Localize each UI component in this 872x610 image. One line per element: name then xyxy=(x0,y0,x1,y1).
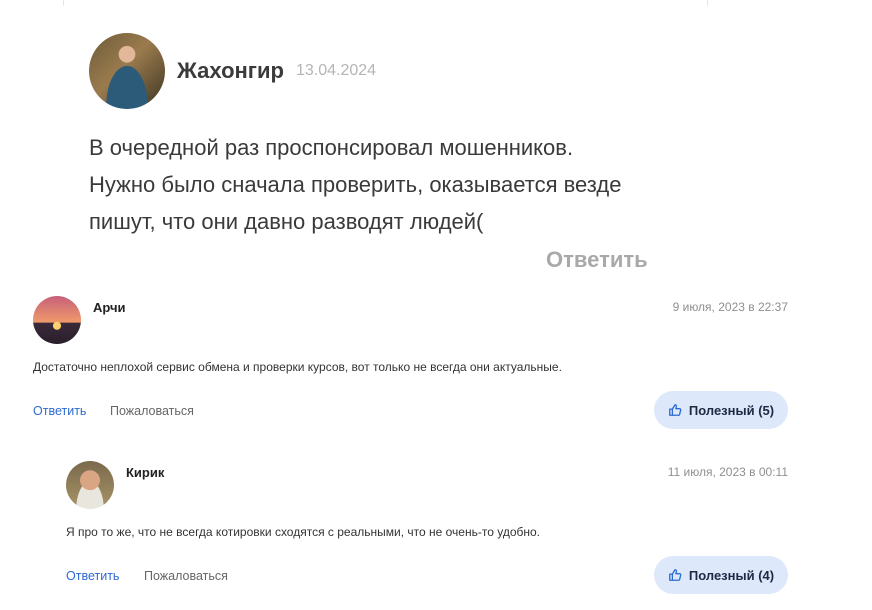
comment-text: Достаточно неплохой сервис обмена и пров… xyxy=(33,360,562,374)
thumbs-up-icon xyxy=(669,569,682,581)
avatar xyxy=(89,33,165,109)
comment-author: Кирик xyxy=(126,465,165,480)
useful-button[interactable]: Полезный (5) xyxy=(654,391,788,429)
review-text: В очередной раз проспонсировал мошеннико… xyxy=(89,129,709,240)
review-text-line: Нужно было сначала проверить, оказываетс… xyxy=(89,172,622,197)
thumbs-up-icon xyxy=(669,404,682,416)
comment-date: 11 июля, 2023 в 00:11 xyxy=(667,465,788,479)
useful-label: Полезный (5) xyxy=(688,402,775,418)
reply-link[interactable]: Ответить xyxy=(66,569,119,583)
comment-item: Кирик 11 июля, 2023 в 00:11 Я про то же,… xyxy=(0,455,872,605)
review-text-line: В очередной раз проспонсировал мошеннико… xyxy=(89,135,574,160)
avatar xyxy=(33,296,81,344)
comment-item: Арчи 9 июля, 2023 в 22:37 Достаточно неп… xyxy=(0,290,872,440)
report-link[interactable]: Пожаловаться xyxy=(110,404,194,418)
comment-date: 9 июля, 2023 в 22:37 xyxy=(672,300,788,314)
avatar xyxy=(66,461,114,509)
reply-link[interactable]: Ответить xyxy=(33,404,86,418)
comment-author: Арчи xyxy=(93,300,126,315)
useful-label: Полезный (4) xyxy=(688,567,775,583)
review-date: 13.04.2024 xyxy=(296,62,377,79)
review-author: Жахонгир xyxy=(177,58,284,83)
useful-button[interactable]: Полезный (4) xyxy=(654,556,788,594)
reply-button[interactable]: Ответить xyxy=(546,247,648,273)
comment-text: Я про то же, что не всегда котировки схо… xyxy=(66,525,541,539)
review-card: Жахонгир 13.04.2024 В очередной раз прос… xyxy=(0,0,872,290)
review-text-line: пишут, что они давно разводят людей( xyxy=(89,209,484,234)
report-link[interactable]: Пожаловаться xyxy=(144,569,228,583)
